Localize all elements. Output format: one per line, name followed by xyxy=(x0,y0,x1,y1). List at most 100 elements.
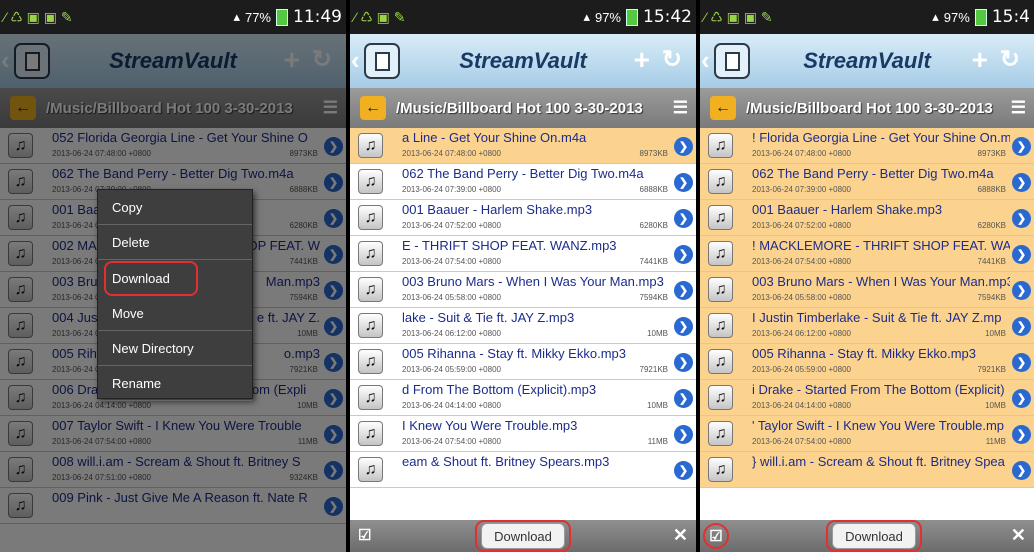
app-bar: ‹ StreamVault + ↻ xyxy=(700,34,1034,88)
file-row[interactable]: ♫ I Justin Timberlake - Suit & Tie ft. JA… xyxy=(700,308,1034,344)
file-name: i Drake - Started From The Bottom (Expli… xyxy=(752,382,1005,397)
file-details-arrow-icon[interactable]: ❯ xyxy=(674,137,693,156)
file-date: 2013-06-24 07:48:00 +0800 xyxy=(402,149,501,158)
file-row[interactable]: ♫ 005 Rihanna - Stay ft. Mikky Ekko.mp3 20… xyxy=(350,344,696,380)
file-date: 2013-06-24 07:48:00 +0800 xyxy=(752,149,851,158)
menu-item-delete[interactable]: Delete xyxy=(98,225,252,260)
download-button[interactable]: Download xyxy=(481,523,565,549)
file-details-arrow-icon[interactable]: ❯ xyxy=(1012,281,1031,300)
file-row[interactable]: ♫ a Line - Get Your Shine On.m4a 2013-06-2… xyxy=(350,128,696,164)
file-name: 003 Bruno Mars - When I Was Your Man.mp3 xyxy=(752,274,1010,289)
list-menu-icon[interactable]: ☰ xyxy=(1011,98,1026,118)
file-name: } will.i.am - Scream & Shout ft. Britney… xyxy=(752,454,1005,469)
file-row[interactable]: ♫ 003 Bruno Mars - When I Was Your Man.mp… xyxy=(700,272,1034,308)
status-bar: ⁄ ♺ ▣ ▣ ✎ ▴ 77% 11:49 xyxy=(0,0,346,34)
file-date: 2013-06-24 05:58:00 +0800 xyxy=(752,293,851,302)
select-all-checkbox-icon[interactable]: ☑ xyxy=(358,526,376,544)
file-row[interactable]: ♫ d From The Bottom (Explicit).mp3 2013-06… xyxy=(350,380,696,416)
file-details-arrow-icon[interactable]: ❯ xyxy=(1012,353,1031,372)
file-details-arrow-icon[interactable]: ❯ xyxy=(674,461,693,480)
file-row[interactable]: ♫ 062 The Band Perry - Better Dig Two.m4a… xyxy=(350,164,696,200)
file-details-arrow-icon[interactable]: ❯ xyxy=(674,245,693,264)
close-icon[interactable]: ✕ xyxy=(673,525,688,546)
file-details-arrow-icon[interactable]: ❯ xyxy=(1012,317,1031,336)
file-date: 2013-06-24 07:52:00 +0800 xyxy=(402,221,501,230)
notification-icons: ⁄ ♺ ▣ ▣ ✎ xyxy=(704,8,773,25)
file-row[interactable]: ♫ 001 Baauer - Harlem Shake.mp3 2013-06-24… xyxy=(700,200,1034,236)
file-date: 2013-06-24 07:54:00 +0800 xyxy=(752,437,851,446)
select-all-checkbox-icon[interactable]: ☑ xyxy=(703,523,729,549)
download-button[interactable]: Download xyxy=(832,523,916,549)
file-row[interactable]: ♫ eam & Shout ft. Britney Spears.mp3 ❯ xyxy=(350,452,696,488)
file-size: 10MB xyxy=(647,401,668,410)
file-row[interactable]: ♫ 062 The Band Perry - Better Dig Two.m4a… xyxy=(700,164,1034,200)
file-details-arrow-icon[interactable]: ❯ xyxy=(674,425,693,444)
file-details-arrow-icon[interactable]: ❯ xyxy=(674,209,693,228)
path-bar: ← /Music/Billboard Hot 100 3-30-2013 ☰ xyxy=(350,88,696,128)
music-file-icon: ♫ xyxy=(708,421,733,446)
file-row[interactable]: ♫ ! MACKLEMORE - THRIFT SHOP FEAT. WAN 201… xyxy=(700,236,1034,272)
file-details-arrow-icon[interactable]: ❯ xyxy=(1012,245,1031,264)
notification-icons: ⁄ ♺ ▣ ✎ xyxy=(354,8,406,25)
file-details-arrow-icon[interactable]: ❯ xyxy=(1012,425,1031,444)
add-icon[interactable]: + xyxy=(634,44,650,76)
music-file-icon: ♫ xyxy=(708,385,733,410)
file-size: 10MB xyxy=(647,329,668,338)
close-icon[interactable]: ✕ xyxy=(1011,525,1026,546)
add-icon[interactable]: + xyxy=(972,44,988,76)
file-name: 001 Baauer - Harlem Shake.mp3 xyxy=(752,202,943,217)
file-row[interactable]: ♫ i Drake - Started From The Bottom (Expl… xyxy=(700,380,1034,416)
file-row[interactable]: ♫ lake - Suit & Tie ft. JAY Z.mp3 2013-06-… xyxy=(350,308,696,344)
music-file-icon: ♫ xyxy=(358,205,383,230)
selection-bar: ☑ Download ✕ xyxy=(350,520,696,552)
file-details-arrow-icon[interactable]: ❯ xyxy=(1012,173,1031,192)
file-details-arrow-icon[interactable]: ❯ xyxy=(674,317,693,336)
music-file-icon: ♫ xyxy=(708,349,733,374)
refresh-icon[interactable]: ↻ xyxy=(1000,45,1020,74)
file-size: 10MB xyxy=(985,329,1006,338)
menu-item-move[interactable]: Move xyxy=(98,296,252,331)
battery-percent: 97% xyxy=(594,9,621,25)
file-size: 8973KB xyxy=(639,149,668,158)
file-details-arrow-icon[interactable]: ❯ xyxy=(674,281,693,300)
music-file-icon: ♫ xyxy=(358,313,383,338)
menu-item-download[interactable]: Download xyxy=(104,261,198,296)
file-row[interactable]: ♫ ! Florida Georgia Line - Get Your Shine… xyxy=(700,128,1034,164)
file-row[interactable]: ♫ 003 Bruno Mars - When I Was Your Man.mp… xyxy=(350,272,696,308)
file-row[interactable]: ♫ 005 Rihanna - Stay ft. Mikky Ekko.mp3 20… xyxy=(700,344,1034,380)
music-file-icon: ♫ xyxy=(358,133,383,158)
music-file-icon: ♫ xyxy=(708,241,733,266)
battery-icon xyxy=(626,8,638,26)
file-details-arrow-icon[interactable]: ❯ xyxy=(1012,137,1031,156)
file-row[interactable]: ♫ } will.i.am - Scream & Shout ft. Britne… xyxy=(700,452,1034,488)
refresh-icon[interactable]: ↻ xyxy=(662,45,682,74)
file-size: 6888KB xyxy=(977,185,1006,194)
menu-item-new-directory[interactable]: New Directory xyxy=(98,331,252,366)
app-bar: ‹ StreamVault + ↻ xyxy=(350,34,696,88)
file-details-arrow-icon[interactable]: ❯ xyxy=(1012,209,1031,228)
battery-percent: 97% xyxy=(943,9,970,25)
file-name: 001 Baauer - Harlem Shake.mp3 xyxy=(402,202,593,217)
file-details-arrow-icon[interactable]: ❯ xyxy=(674,389,693,408)
file-details-arrow-icon[interactable]: ❯ xyxy=(674,353,693,372)
signal-icon: ▴ xyxy=(932,9,939,24)
file-date: 2013-06-24 07:54:00 +0800 xyxy=(752,257,851,266)
list-menu-icon[interactable]: ☰ xyxy=(673,98,688,118)
file-date: 2013-06-24 07:54:00 +0800 xyxy=(402,437,501,446)
file-details-arrow-icon[interactable]: ❯ xyxy=(1012,461,1031,480)
file-size: 7921KB xyxy=(977,365,1006,374)
battery-icon xyxy=(974,8,987,26)
menu-item-rename[interactable]: Rename xyxy=(98,366,252,401)
parent-folder-button[interactable]: ← xyxy=(710,96,736,120)
file-row[interactable]: ♫ 001 Baauer - Harlem Shake.mp3 2013-06-24… xyxy=(350,200,696,236)
file-list: ♫ ! Florida Georgia Line - Get Your Shine… xyxy=(700,128,1034,488)
file-details-arrow-icon[interactable]: ❯ xyxy=(674,173,693,192)
parent-folder-button[interactable]: ← xyxy=(360,96,386,120)
menu-item-copy[interactable]: Copy xyxy=(98,190,252,225)
music-file-icon: ♫ xyxy=(358,277,383,302)
music-file-icon: ♫ xyxy=(708,457,733,482)
file-row[interactable]: ♫ I Knew You Were Trouble.mp3 2013-06-24 0… xyxy=(350,416,696,452)
file-row[interactable]: ♫ E - THRIFT SHOP FEAT. WANZ.mp3 2013-06-2… xyxy=(350,236,696,272)
file-row[interactable]: ♫ ' Taylor Swift - I Knew You Were Troubl… xyxy=(700,416,1034,452)
file-details-arrow-icon[interactable]: ❯ xyxy=(1012,389,1031,408)
